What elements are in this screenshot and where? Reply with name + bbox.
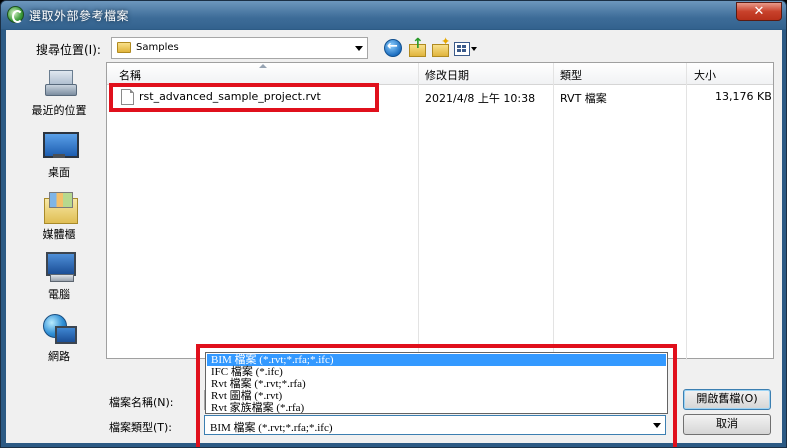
file-list-header: 名稱 修改日期 類型 大小	[107, 63, 773, 85]
place-label: 電腦	[48, 288, 70, 301]
libraries-icon	[44, 192, 78, 224]
up-folder-icon[interactable]	[408, 36, 426, 57]
filetype-label: 檔案類型(T):	[109, 421, 173, 434]
column-modified[interactable]: 修改日期	[425, 67, 469, 83]
view-menu-icon[interactable]	[454, 39, 478, 57]
place-desktop[interactable]: 桌面	[21, 130, 97, 190]
chevron-down-icon[interactable]	[355, 46, 363, 51]
recent-places-icon	[45, 68, 77, 98]
file-modified: 2021/4/8 上午 10:38	[425, 92, 536, 105]
desktop-icon	[43, 132, 79, 160]
cancel-button[interactable]: 取消	[683, 414, 771, 435]
folder-icon	[117, 42, 131, 53]
place-label: 媒體櫃	[42, 228, 76, 241]
file-type: RVT 檔案	[560, 92, 607, 105]
dialog-body: 搜尋位置(I): Samples 最近的位置 桌面 媒體櫃	[6, 30, 782, 447]
highlight-box-file	[109, 83, 379, 112]
lookin-value: Samples	[136, 42, 179, 53]
place-label: 桌面	[48, 166, 70, 179]
column-name[interactable]: 名稱	[119, 67, 141, 83]
highlight-box-filetype	[196, 344, 677, 447]
place-computer[interactable]: 電腦	[21, 252, 97, 312]
lookin-dropdown[interactable]: Samples	[111, 37, 368, 59]
open-button[interactable]: 開啟舊檔(O)	[683, 389, 771, 410]
network-icon	[43, 314, 77, 344]
computer-icon	[44, 252, 76, 282]
column-type[interactable]: 類型	[560, 67, 582, 83]
file-size: 13,176 KB	[715, 90, 772, 103]
column-size[interactable]: 大小	[694, 67, 716, 83]
filename-label: 檔案名稱(N):	[109, 396, 174, 409]
place-label: 網路	[48, 350, 70, 363]
title-bar[interactable]: 選取外部參考檔案 ✕	[1, 1, 786, 29]
close-button[interactable]: ✕	[736, 2, 782, 21]
file-open-dialog: 選取外部參考檔案 ✕ 搜尋位置(I): Samples 最近的位置 桌面 媒體櫃	[0, 0, 787, 448]
lookin-label: 搜尋位置(I):	[36, 43, 101, 57]
places-bar: 最近的位置 桌面 媒體櫃 電腦 網路	[21, 68, 97, 368]
place-libraries[interactable]: 媒體櫃	[21, 192, 97, 252]
sort-ascending-icon	[259, 64, 267, 68]
new-folder-icon[interactable]	[431, 35, 450, 57]
place-network[interactable]: 網路	[21, 314, 97, 374]
app-logo-icon	[7, 6, 24, 23]
dialog-title: 選取外部參考檔案	[29, 9, 130, 23]
back-arrow-icon[interactable]	[384, 39, 402, 57]
place-recent[interactable]: 最近的位置	[21, 68, 97, 128]
place-label: 最近的位置	[31, 104, 87, 117]
